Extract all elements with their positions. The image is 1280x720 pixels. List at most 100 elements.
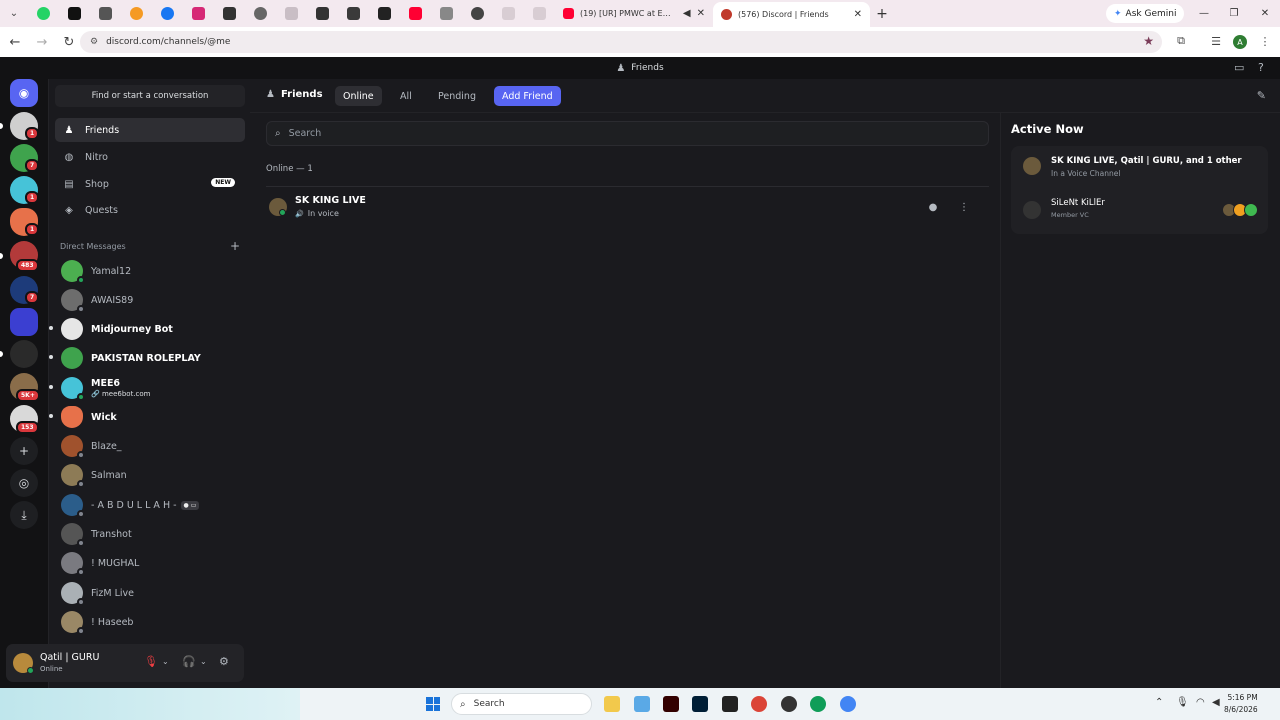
extensions-icon[interactable]: ⧉ — [1170, 30, 1192, 52]
pinned-tab-globe[interactable] — [245, 0, 276, 27]
sidebar-item-friends[interactable]: ♟ Friends — [55, 118, 245, 142]
chrome-icon[interactable] — [751, 696, 767, 712]
username[interactable]: Qatil | GURU — [40, 652, 99, 663]
message-icon[interactable]: ● — [925, 199, 941, 215]
dm-item[interactable]: AWAIS89 — [55, 286, 245, 314]
pinned-tab-faded-3[interactable] — [524, 0, 555, 27]
server-icon[interactable] — [10, 308, 38, 336]
chrome-profile-icon[interactable] — [840, 696, 856, 712]
active-now-voice-row[interactable]: SK KING LIVE, Qatil | GURU, and 1 other … — [1011, 146, 1268, 186]
discover-icon[interactable]: ◎ — [10, 469, 38, 497]
tab-all[interactable]: All — [392, 86, 420, 106]
file-explorer-icon[interactable] — [604, 696, 620, 712]
speaker-icon[interactable]: ◀︎ — [683, 8, 691, 19]
address-bar[interactable]: ⚙ discord.com/channels/@me ★ — [80, 31, 1162, 53]
dm-item[interactable]: Transhot — [55, 520, 245, 548]
dm-item[interactable]: Salman — [55, 461, 245, 489]
new-tab-button[interactable]: + — [870, 6, 894, 22]
tab-discord[interactable]: (576) Discord | Friends ✕ — [713, 2, 870, 27]
pinned-tab-faded-2[interactable] — [493, 0, 524, 27]
new-group-dm-icon[interactable]: ✎ — [1257, 89, 1266, 102]
obs-icon[interactable] — [781, 696, 797, 712]
dm-item[interactable]: - A B D U L L A H - ● ▭ — [55, 491, 245, 519]
wifi-icon[interactable]: ◠ — [1196, 697, 1205, 708]
pinned-tab-instagram[interactable] — [183, 0, 214, 27]
dm-item[interactable]: MEE6 🔗 mee6bot.com — [49, 374, 245, 402]
pinned-tab-box[interactable] — [369, 0, 400, 27]
pinned-tab-whatsapp[interactable] — [28, 0, 59, 27]
tab-pending[interactable]: Pending — [430, 86, 484, 106]
server-icon[interactable] — [10, 340, 38, 368]
headphones-icon[interactable]: 🎧 — [182, 655, 196, 668]
pinned-tab-tiktok[interactable] — [59, 0, 90, 27]
microphone-muted-icon[interactable]: 🎙 — [144, 655, 158, 668]
dm-item[interactable]: Midjourney Bot — [49, 315, 245, 343]
direct-messages-home-button[interactable]: ◉ — [10, 79, 38, 107]
taskbar-search[interactable]: ⌕ Search — [451, 693, 592, 715]
dm-item[interactable]: PAKISTAN ROLEPLAY — [49, 344, 245, 372]
pinned-tab-ai-2[interactable] — [307, 0, 338, 27]
download-apps-icon[interactable]: ⤓ — [10, 501, 38, 529]
dm-item[interactable]: Wick — [49, 403, 245, 431]
dm-item[interactable]: Yamal12 — [55, 257, 245, 285]
inbox-icon[interactable]: ▭ — [1234, 61, 1244, 74]
pinned-tab-k[interactable] — [338, 0, 369, 27]
ask-gemini-button[interactable]: ✦ Ask Gemini — [1106, 4, 1185, 23]
tab-online[interactable]: Online — [335, 86, 382, 106]
dm-item[interactable]: FizM Live — [55, 579, 245, 607]
pinned-tab-chatgpt[interactable] — [462, 0, 493, 27]
create-dm-button[interactable]: + — [230, 239, 240, 253]
minimize-icon[interactable]: — — [1189, 0, 1219, 27]
add-friend-button[interactable]: Add Friend — [494, 86, 561, 106]
paint-icon[interactable] — [634, 696, 650, 712]
dm-item[interactable]: Blaze_ — [55, 432, 245, 460]
back-icon[interactable]: ← — [3, 30, 27, 54]
taskbar-clock[interactable]: 5:16 PM 8/6/2026 — [1224, 692, 1258, 716]
active-now-member-row[interactable]: SiLeNt KiLlEr Member VC — [1011, 190, 1268, 230]
sidebar-item-nitro[interactable]: ◍ Nitro — [55, 145, 245, 169]
pinned-tab-facebook[interactable] — [152, 0, 183, 27]
close-window-icon[interactable]: ✕ — [1250, 0, 1280, 27]
chevron-down-icon[interactable]: ⌄ — [162, 657, 169, 666]
active-now-participants: SK KING LIVE, Qatil | GURU, and 1 other — [1051, 156, 1242, 166]
pinned-tab-download[interactable] — [90, 0, 121, 27]
chevron-up-icon[interactable]: ⌃ — [1155, 697, 1163, 708]
windows-start-icon[interactable] — [426, 697, 440, 711]
photoshop-icon[interactable] — [692, 696, 708, 712]
gear-icon[interactable]: ⚙ — [219, 655, 229, 668]
dm-item[interactable]: ! Haseeb — [55, 608, 245, 636]
friend-row[interactable]: SK KING LIVE 🔊 In voice ● ⋮ — [266, 186, 989, 226]
active-now-card[interactable]: SK KING LIVE, Qatil | GURU, and 1 other … — [1011, 146, 1268, 234]
sidebar-item-quests[interactable]: ◈ Quests — [55, 198, 245, 222]
sidebar-item-shop[interactable]: ▤ Shop NEW — [55, 172, 245, 196]
profile-avatar[interactable]: A — [1233, 35, 1247, 49]
close-tab-icon[interactable]: ✕ — [854, 9, 862, 20]
find-conversation-button[interactable]: Find or start a conversation — [55, 85, 245, 107]
pinned-tab-chart[interactable] — [431, 0, 462, 27]
speaker-icon[interactable]: ◀ — [1212, 697, 1220, 708]
illustrator-icon[interactable] — [663, 696, 679, 712]
forward-icon[interactable]: → — [30, 30, 54, 54]
bookmark-star-icon[interactable]: ★ — [1143, 34, 1154, 48]
reload-icon[interactable]: ↻ — [57, 30, 81, 54]
more-options-icon[interactable]: ⋮ — [956, 199, 972, 215]
reading-list-icon[interactable]: ☰ — [1205, 30, 1227, 52]
microphone-icon[interactable]: 🎙 — [1176, 697, 1189, 708]
site-info-icon[interactable]: ⚙ — [90, 37, 98, 47]
dm-item[interactable]: ! MUGHAL — [55, 549, 245, 577]
pinned-tab-youtube[interactable] — [400, 0, 431, 27]
pinned-tab-orange[interactable] — [121, 0, 152, 27]
help-icon[interactable]: ? — [1258, 61, 1264, 74]
tab-search-chevron-icon[interactable]: ⌄ — [0, 0, 28, 27]
restore-icon[interactable]: ❐ — [1219, 0, 1249, 27]
pinned-tab-ai[interactable] — [214, 0, 245, 27]
chevron-down-icon[interactable]: ⌄ — [200, 657, 207, 666]
tab-youtube[interactable]: (19) [UR] PMWC at EWC 20 ◀︎ ✕ — [555, 0, 713, 27]
add-server-button[interactable]: + — [10, 437, 38, 465]
friends-search-input[interactable]: ⌕ Search — [266, 121, 989, 146]
chrome-menu-icon[interactable]: ⋮ — [1254, 30, 1276, 52]
close-tab-icon[interactable]: ✕ — [697, 8, 705, 19]
pinned-tab-faded[interactable] — [276, 0, 307, 27]
app-icon[interactable] — [722, 696, 738, 712]
chrome-profile-icon[interactable] — [810, 696, 826, 712]
